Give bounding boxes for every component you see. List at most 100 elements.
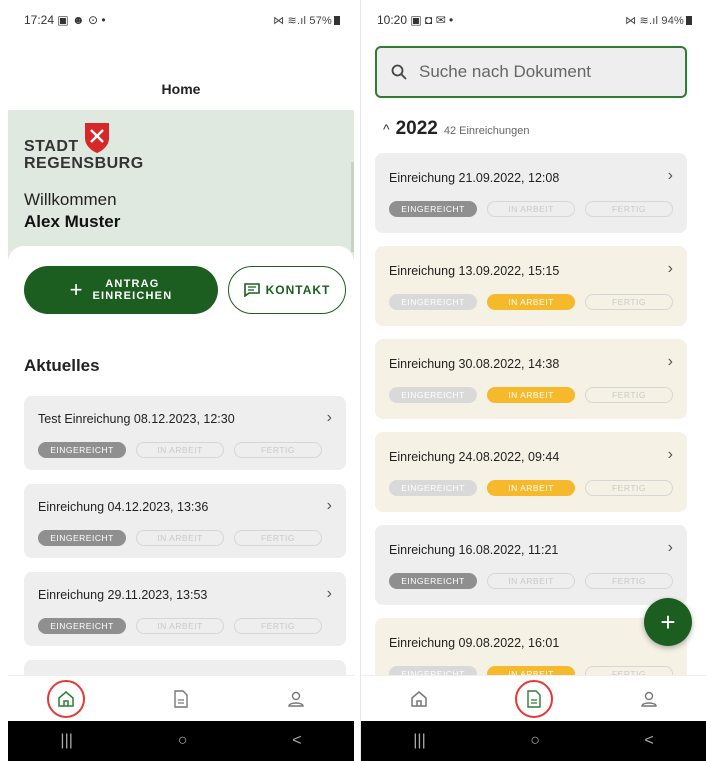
status-badges: EINGEREICHT IN ARBEIT FERTIG (38, 618, 322, 634)
submission-title: Einreichung 16.08.2022, 11:21 (389, 543, 559, 557)
submission-title: Einreichung 30.08.2022, 14:38 (389, 357, 560, 371)
status-badge-in-progress: IN ARBEIT (487, 294, 575, 310)
submission-card[interactable]: Einreichung 04.12.2023, 13:36 › EINGEREI… (24, 484, 346, 558)
contact-button[interactable]: KONTAKT (228, 266, 346, 314)
nav-documents[interactable] (514, 679, 553, 718)
submission-title: Test Einreichung 08.12.2023, 12:30 (38, 412, 235, 426)
search-input[interactable]: Suche nach Dokument (375, 46, 687, 98)
sys-recent-button[interactable]: ||| (413, 732, 425, 750)
nav-profile[interactable] (630, 680, 668, 718)
signal-icon: ⋈ ≋.ıl (625, 14, 659, 27)
status-badges: EINGEREICHT IN ARBEIT FERTIG (389, 387, 673, 403)
app-bar: Home (8, 40, 354, 110)
bottom-navigation (8, 675, 354, 721)
sys-home-button[interactable]: ○ (530, 732, 540, 750)
status-badges: EINGEREICHT IN ARBEIT FERTIG (38, 530, 322, 546)
nav-documents[interactable] (162, 680, 200, 718)
sys-back-button[interactable]: < (644, 732, 653, 750)
document-icon (526, 689, 541, 708)
status-bar: 10:20 ▣ ◘ ✉ • ⋈ ≋.ıl 94% (361, 0, 706, 40)
profile-icon (640, 691, 657, 707)
submission-card[interactable]: Einreichung 24.08.2022, 09:44 › EINGEREI… (375, 432, 687, 512)
status-badge-done: FERTIG (234, 442, 322, 458)
bottom-navigation (361, 675, 706, 721)
contact-label: KONTAKT (265, 283, 331, 297)
sys-home-button[interactable]: ○ (178, 732, 188, 750)
chevron-right-icon: › (326, 497, 332, 514)
nav-home[interactable] (400, 680, 438, 718)
submit-application-label: ANTRAG EINREICHEN (92, 278, 173, 302)
nav-home[interactable] (46, 679, 85, 718)
content-sheet: + ANTRAG EINREICHEN KONTAKT Aktuelles Te… (8, 246, 354, 700)
search-icon (391, 64, 407, 80)
status-time: 10:20 (377, 13, 408, 27)
status-badge-in-progress: IN ARBEIT (487, 573, 575, 589)
status-badge-done: FERTIG (234, 530, 322, 546)
submission-card[interactable]: Einreichung 30.08.2022, 14:38 › EINGEREI… (375, 339, 687, 419)
chevron-right-icon: › (667, 539, 673, 556)
status-time-group: 17:24 ▣ ☻ ⊙ • (24, 13, 106, 27)
submission-card[interactable]: Einreichung 16.08.2022, 11:21 › EINGEREI… (375, 525, 687, 605)
status-right: ⋈ ≋.ıl 57% (273, 14, 340, 27)
status-badges: EINGEREICHT IN ARBEIT FERTIG (389, 294, 673, 310)
section-title: Aktuelles (24, 356, 100, 375)
status-badge-submitted: EINGEREICHT (389, 294, 477, 310)
status-time-group: 10:20 ▣ ◘ ✉ • (377, 13, 453, 27)
user-name: Alex Muster (24, 212, 121, 231)
search-placeholder: Suche nach Dokument (419, 62, 591, 81)
status-badges: EINGEREICHT IN ARBEIT FERTIG (389, 480, 673, 496)
status-badge-done: FERTIG (234, 618, 322, 634)
submission-title: Einreichung 21.09.2022, 12:08 (389, 171, 560, 185)
submit-application-button[interactable]: + ANTRAG EINREICHEN (24, 266, 218, 314)
battery-level: 57% (309, 14, 332, 27)
year-group-header[interactable]: ^ 2022 42 Einreichungen (383, 118, 529, 140)
chevron-right-icon: › (667, 446, 673, 463)
status-time: 17:24 (24, 13, 55, 27)
status-badge-done: FERTIG (585, 387, 673, 403)
submission-count: 42 Einreichungen (443, 125, 530, 137)
submission-title: Einreichung 04.12.2023, 13:36 (38, 500, 209, 514)
logo-line-1: STADT (24, 138, 79, 155)
status-notification-icons: ▣ ☻ ⊙ • (57, 13, 106, 27)
chevron-right-icon: › (667, 353, 673, 370)
home-icon (57, 690, 74, 707)
chat-icon (243, 283, 260, 297)
home-screen: 17:24 ▣ ☻ ⊙ • ⋈ ≋.ıl 57% Home STADT REGE… (8, 0, 354, 761)
status-bar: 17:24 ▣ ☻ ⊙ • ⋈ ≋.ıl 57% (8, 0, 354, 40)
system-navigation: ||| ○ < (361, 721, 706, 761)
status-right: ⋈ ≋.ıl 94% (625, 14, 692, 27)
submission-card[interactable]: Einreichung 21.09.2022, 12:08 › EINGEREI… (375, 153, 687, 233)
chevron-right-icon: › (326, 585, 332, 602)
status-badge-done: FERTIG (585, 480, 673, 496)
status-badges: EINGEREICHT IN ARBEIT FERTIG (389, 201, 673, 217)
status-badge-submitted: EINGEREICHT (389, 573, 477, 589)
status-notification-icons: ▣ ◘ ✉ • (410, 13, 454, 27)
year-label: 2022 (395, 118, 438, 139)
status-badge-done: FERTIG (585, 201, 673, 217)
chevron-right-icon: › (667, 260, 673, 277)
add-submission-fab[interactable]: + (644, 598, 692, 646)
submission-title: Einreichung 09.08.2022, 16:01 (389, 636, 560, 650)
logo-line-2: REGENSBURG (24, 155, 144, 172)
status-badge-in-progress: IN ARBEIT (136, 530, 224, 546)
system-navigation: ||| ○ < (8, 721, 354, 761)
documents-screen: 10:20 ▣ ◘ ✉ • ⋈ ≋.ıl 94% Suche nach Doku… (360, 0, 706, 761)
scrollbar[interactable] (351, 162, 354, 252)
status-badge-done: FERTIG (585, 573, 673, 589)
nav-profile[interactable] (277, 680, 315, 718)
page-title: Home (161, 81, 201, 97)
signal-icon: ⋈ ≋.ıl (273, 14, 307, 27)
submission-card[interactable]: Test Einreichung 08.12.2023, 12:30 › EIN… (24, 396, 346, 470)
collapse-caret-icon: ^ (383, 121, 390, 137)
home-icon (410, 690, 427, 707)
submission-title: Einreichung 29.11.2023, 13:53 (38, 588, 208, 602)
city-logo: STADT REGENSBURG (24, 138, 144, 172)
status-badge-in-progress: IN ARBEIT (487, 387, 575, 403)
status-badge-done: FERTIG (585, 294, 673, 310)
sys-back-button[interactable]: < (292, 732, 301, 750)
sys-recent-button[interactable]: ||| (60, 732, 72, 750)
submission-card[interactable]: Einreichung 13.09.2022, 15:15 › EINGEREI… (375, 246, 687, 326)
status-badge-in-progress: IN ARBEIT (487, 480, 575, 496)
submission-card[interactable]: Einreichung 29.11.2023, 13:53 › EINGEREI… (24, 572, 346, 646)
submission-title: Einreichung 24.08.2022, 09:44 (389, 450, 560, 464)
